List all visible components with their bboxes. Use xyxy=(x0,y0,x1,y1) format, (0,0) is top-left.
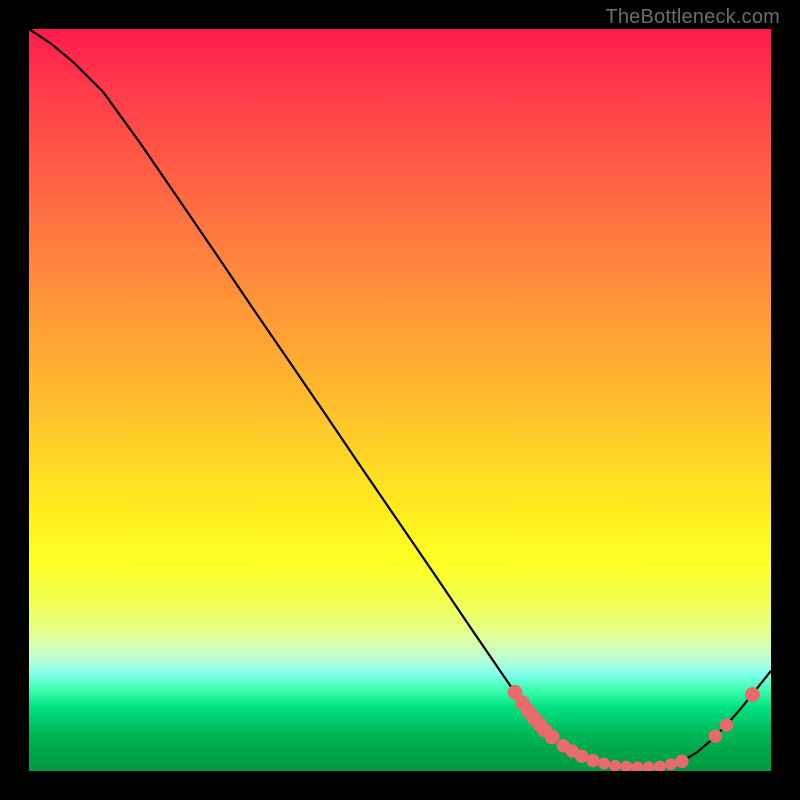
attribution-label: TheBottleneck.com xyxy=(605,6,780,29)
data-marker xyxy=(586,754,599,767)
data-marker xyxy=(545,729,560,744)
data-marker xyxy=(643,761,655,771)
curve-path xyxy=(29,29,771,767)
plot-area xyxy=(29,29,771,771)
data-marker xyxy=(675,755,688,768)
data-marker xyxy=(632,761,644,771)
chart-container: TheBottleneck.com xyxy=(0,0,800,800)
data-marker xyxy=(720,718,733,731)
markers-group xyxy=(508,685,760,771)
data-marker xyxy=(598,758,610,770)
data-marker xyxy=(654,761,666,771)
chart-svg xyxy=(29,29,771,771)
data-marker xyxy=(620,761,632,771)
data-marker xyxy=(665,758,677,770)
data-marker xyxy=(709,729,722,742)
data-marker xyxy=(745,687,760,702)
data-marker xyxy=(609,760,621,771)
